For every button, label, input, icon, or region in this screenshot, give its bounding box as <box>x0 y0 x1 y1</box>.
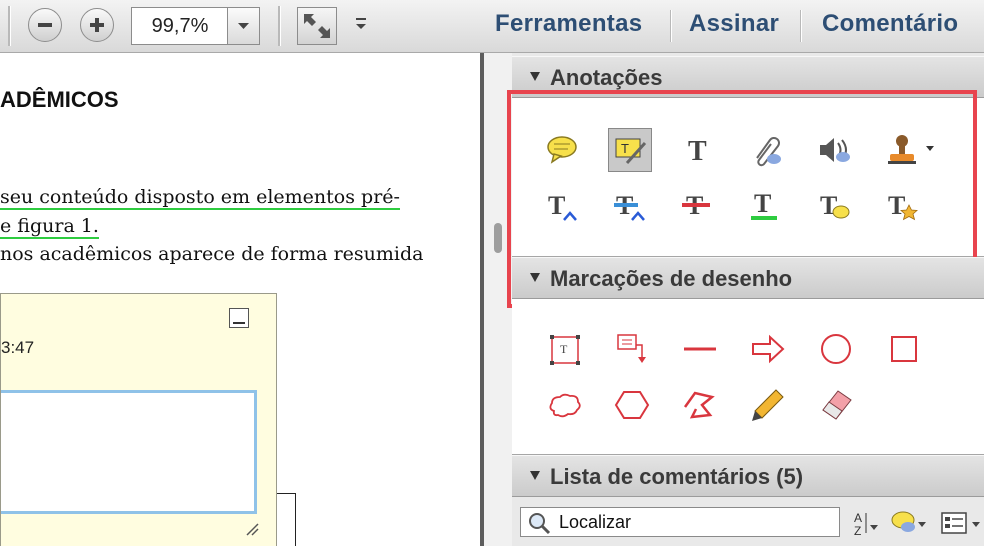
attach-file-icon[interactable] <box>744 128 788 172</box>
sort-button[interactable]: AZ <box>852 509 884 538</box>
connected-lines-icon[interactable] <box>678 383 722 427</box>
zoom-out-button[interactable] <box>28 8 62 42</box>
callout-icon[interactable] <box>610 327 654 371</box>
comments-list-title: Lista de comentários (5) <box>550 464 804 489</box>
document-view[interactable]: ADÊMICOS seu conteúdo disposto em elemen… <box>0 53 480 546</box>
rectangle-icon[interactable] <box>882 327 926 371</box>
document-line: e figura 1. <box>0 215 99 239</box>
document-line: seu conteúdo disposto em elementos pré- <box>0 186 400 210</box>
drawing-markups-header[interactable]: Marcações de desenho <box>512 257 984 299</box>
record-audio-icon[interactable] <box>812 128 856 172</box>
toolbar: 99,7% Ferramentas Assinar Comentário <box>0 0 984 53</box>
sign-link[interactable]: Assinar <box>689 10 779 38</box>
toolbar-options-button[interactable] <box>352 14 372 38</box>
note-timestamp: 3:47 <box>1 338 35 357</box>
arrow-icon[interactable] <box>746 327 790 371</box>
comments-list-header[interactable]: Lista de comentários (5) <box>512 455 984 497</box>
text-box-icon[interactable]: T <box>542 327 586 371</box>
note-text-area[interactable] <box>1 390 257 514</box>
collapse-triangle-icon <box>530 273 540 282</box>
filter-comments-button[interactable] <box>890 509 930 537</box>
stamp-icon[interactable] <box>880 128 940 172</box>
underline-icon[interactable]: T <box>744 184 788 228</box>
dropdown-arrow-icon <box>356 18 366 29</box>
annotations-title: Anotações <box>550 65 663 90</box>
search-input[interactable] <box>559 511 829 533</box>
oval-icon[interactable] <box>814 327 858 371</box>
text-star-icon[interactable]: T <box>880 184 924 228</box>
collapse-triangle-icon <box>530 72 540 81</box>
toolbar-separator <box>670 10 672 42</box>
minimize-note-button[interactable] <box>229 308 249 328</box>
document-line: nos acadêmicos aparece de forma resumida <box>0 243 424 265</box>
options-button[interactable] <box>940 509 984 537</box>
add-text-icon[interactable]: T <box>676 128 720 172</box>
expand-icon <box>304 14 330 38</box>
eraser-icon[interactable] <box>814 383 858 427</box>
resize-grip-icon[interactable] <box>245 522 259 536</box>
document-scrollbar[interactable] <box>480 53 512 546</box>
scrollbar-thumb[interactable] <box>494 223 502 253</box>
fit-page-button[interactable] <box>297 7 337 45</box>
svg-text:T: T <box>754 189 771 218</box>
underlined-text[interactable]: seu conteúdo disposto em elementos pré- <box>0 186 400 210</box>
svg-text:T: T <box>888 191 905 220</box>
tools-link[interactable]: Ferramentas <box>495 10 642 38</box>
replace-text-icon[interactable]: T <box>608 184 652 228</box>
polygon-icon[interactable] <box>610 383 654 427</box>
zoom-input[interactable]: 99,7% <box>131 7 229 45</box>
sticky-note-popup[interactable]: 3:47 <box>0 293 277 546</box>
sort-az-icon: AZ <box>854 511 878 538</box>
annotations-header[interactable]: Anotações <box>512 56 984 98</box>
underlined-text[interactable]: e figura 1. <box>0 215 99 239</box>
svg-text:T: T <box>548 191 565 220</box>
document-heading: ADÊMICOS <box>0 87 119 112</box>
search-box[interactable] <box>520 507 840 537</box>
drawing-markups-title: Marcações de desenho <box>550 266 793 291</box>
comment-panel: Anotações T T T T T T Marcações de desen… <box>507 53 984 546</box>
comment-filter-icon <box>891 511 926 532</box>
svg-text:T: T <box>560 342 568 356</box>
toolbar-separator <box>8 6 11 46</box>
pencil-icon[interactable] <box>746 383 790 427</box>
cloud-icon[interactable] <box>542 383 586 427</box>
toolbar-separator <box>278 6 281 46</box>
svg-text:A: A <box>854 511 862 525</box>
svg-text:T: T <box>621 141 629 156</box>
line-icon[interactable] <box>678 327 722 371</box>
drawing-tools: T <box>512 299 984 455</box>
strikethrough-icon[interactable]: T <box>676 184 720 228</box>
chevron-down-icon <box>238 23 249 29</box>
search-icon <box>529 513 551 535</box>
toolbar-separator <box>800 10 802 42</box>
plus-icon <box>90 18 104 32</box>
annotations-tools: T T T T T T T T <box>507 90 984 308</box>
comment-link[interactable]: Comentário <box>822 10 958 38</box>
collapse-triangle-icon <box>530 471 540 480</box>
insert-text-icon[interactable]: T <box>540 184 584 228</box>
highlight-text-icon[interactable]: T <box>608 128 652 172</box>
svg-text:T: T <box>688 136 707 167</box>
text-comment-icon[interactable]: T <box>812 184 856 228</box>
zoom-in-button[interactable] <box>80 8 114 42</box>
options-list-icon <box>941 512 980 534</box>
zoom-dropdown-button[interactable] <box>227 7 260 45</box>
sticky-note-icon[interactable] <box>540 128 584 172</box>
minus-icon <box>38 23 52 27</box>
svg-text:Z: Z <box>854 524 861 537</box>
